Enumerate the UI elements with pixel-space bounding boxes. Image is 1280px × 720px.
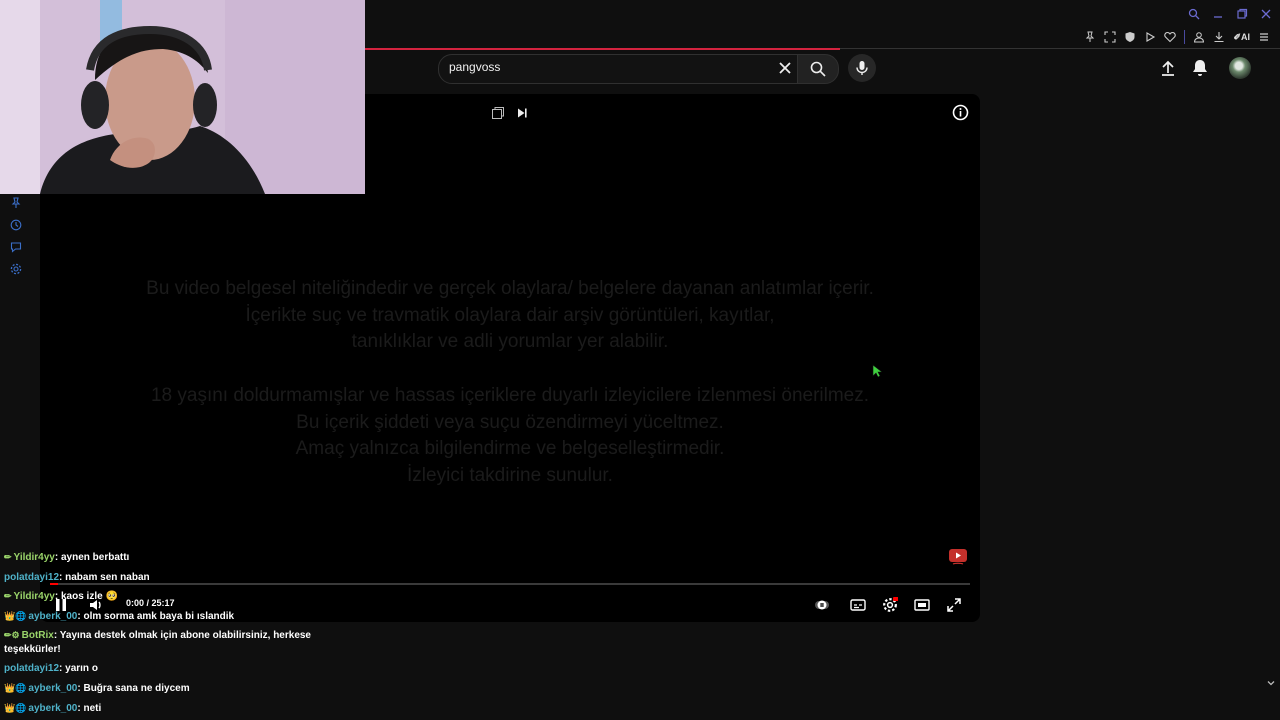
settings-gear-icon[interactable] — [882, 597, 898, 613]
chat-text: Buğra sana ne diycem — [83, 682, 190, 694]
streamer-webcam-image — [0, 0, 365, 194]
chat-message: ✏ Yildir4yy: kaos izle 🥺 — [4, 587, 334, 607]
menu-icon[interactable] — [1258, 31, 1270, 43]
user-badge-icon: ✏ — [4, 591, 12, 602]
chat-username[interactable]: ayberk_00 — [28, 683, 77, 694]
search-button[interactable] — [797, 54, 839, 84]
chat-message: polatdayi12: yarın o — [4, 659, 334, 679]
search-icon — [810, 61, 826, 77]
notifications-bell-icon[interactable] — [1190, 58, 1210, 78]
next-video-icon[interactable] — [515, 106, 529, 120]
toolbar-divider — [1184, 30, 1186, 44]
mouse-cursor-icon — [872, 364, 882, 378]
chat-message: 👑🌐 ayberk_00: olm sorma amk baya bi ıslan… — [4, 607, 334, 627]
voice-search-button[interactable] — [848, 54, 876, 82]
chat-text: neti — [83, 702, 102, 714]
info-icon[interactable] — [952, 104, 969, 121]
chat-username[interactable]: polatdayi12 — [4, 572, 59, 583]
disclaimer-line: İçerikte suç ve travmatik olaylara dair … — [245, 304, 775, 326]
account-avatar[interactable] — [1229, 57, 1251, 79]
chat-username[interactable]: ayberk_00 — [28, 611, 77, 622]
heart-icon[interactable] — [1164, 31, 1177, 43]
clear-search-icon[interactable] — [777, 60, 793, 76]
minimize-icon[interactable] — [1212, 8, 1224, 20]
profile-icon[interactable] — [1193, 31, 1205, 43]
play-icon[interactable] — [1144, 31, 1156, 43]
user-badge-icon: 👑🌐 — [4, 610, 27, 621]
user-badge-icon: 👑🌐 — [4, 702, 27, 713]
extension-bar: ✐AI — [1084, 30, 1270, 44]
chat-text: yarın o — [65, 663, 98, 675]
chat-message: polatdayi12: nabam sen naban — [4, 568, 334, 588]
window-controls — [1188, 8, 1272, 20]
chat-message: ✏ Yildir4yy: aynen berbattı — [4, 548, 334, 568]
miniplayer-icon[interactable] — [491, 106, 505, 120]
autoplay-toggle-icon[interactable] — [814, 597, 830, 613]
subtitles-icon[interactable] — [850, 597, 866, 613]
chat-message: 👑🌐 ayberk_00: Buğra sana ne diycem — [4, 679, 334, 699]
shield-icon[interactable] — [1124, 31, 1136, 43]
chat-message: ✏⚙ BotRix: Yayına destek olmak için abone… — [4, 626, 334, 659]
ai-extension-button[interactable]: ✐AI — [1233, 32, 1250, 43]
settings-gear-icon[interactable] — [10, 263, 22, 275]
disclaimer-line: İzleyici takdirine sunulur. — [407, 464, 613, 486]
page-load-progress — [365, 48, 840, 50]
ai-label: AI — [1241, 31, 1250, 42]
chat-username[interactable]: polatdayi12 — [4, 663, 59, 674]
chat-username[interactable]: Yildir4yy — [14, 552, 55, 563]
restore-icon[interactable] — [1236, 8, 1248, 20]
user-badge-icon: 👑🌐 — [4, 682, 27, 693]
disclaimer-line: Bu içerik şiddeti veya suçu özendirmeyi … — [296, 411, 724, 433]
close-window-icon[interactable] — [1260, 8, 1272, 20]
disclaimer-line: 18 yaşını doldurmamışlar ve hassas içeri… — [150, 384, 870, 406]
disclaimer-line: tanıklıklar ve adli yorumlar yer alabili… — [351, 331, 669, 353]
microphone-icon — [856, 61, 868, 75]
disclaimer-line: Bu video belgesel niteliğindedir ve gerç… — [146, 278, 874, 299]
search-query: pangvoss — [449, 60, 501, 74]
chat-bubble-icon[interactable] — [10, 241, 22, 253]
disclaimer-line: Amaç yalnızca bilgilendirme ve belgesell… — [295, 438, 725, 460]
chat-message: 👑🌐 ayberk_00: neti — [4, 699, 334, 719]
user-badge-icon: ✏⚙ — [4, 630, 20, 641]
user-badge-icon: ✏ — [4, 552, 12, 562]
chevron-down-icon[interactable] — [1266, 678, 1276, 688]
webcam-overlay — [0, 0, 365, 194]
channel-watermark-icon[interactable] — [947, 548, 969, 566]
chat-username[interactable]: ayberk_00 — [28, 703, 77, 714]
screenshot-icon[interactable] — [1104, 31, 1117, 43]
pin-icon[interactable] — [10, 197, 22, 209]
download-icon[interactable] — [1213, 31, 1225, 43]
chat-username[interactable]: Yildir4yy — [14, 591, 55, 602]
chat-username[interactable]: BotRix — [22, 630, 54, 641]
history-clock-icon[interactable] — [10, 219, 22, 231]
upload-icon[interactable] — [1158, 58, 1178, 78]
chat-overlay: ✏ Yildir4yy: aynen berbattı polatdayi12: n… — [4, 548, 334, 718]
chat-text: nabam sen naban — [65, 571, 150, 583]
search-icon[interactable] — [1188, 8, 1200, 20]
theater-mode-icon[interactable] — [914, 597, 930, 613]
fullscreen-icon[interactable] — [946, 597, 962, 613]
page-load-track — [840, 48, 1280, 49]
pin-icon[interactable] — [1084, 31, 1096, 43]
chat-text: aynen berbattı — [60, 552, 130, 563]
chat-text: olm sorma amk baya bi ıslandik — [83, 610, 235, 622]
chat-text: kaos izle 🥺 — [60, 591, 118, 603]
